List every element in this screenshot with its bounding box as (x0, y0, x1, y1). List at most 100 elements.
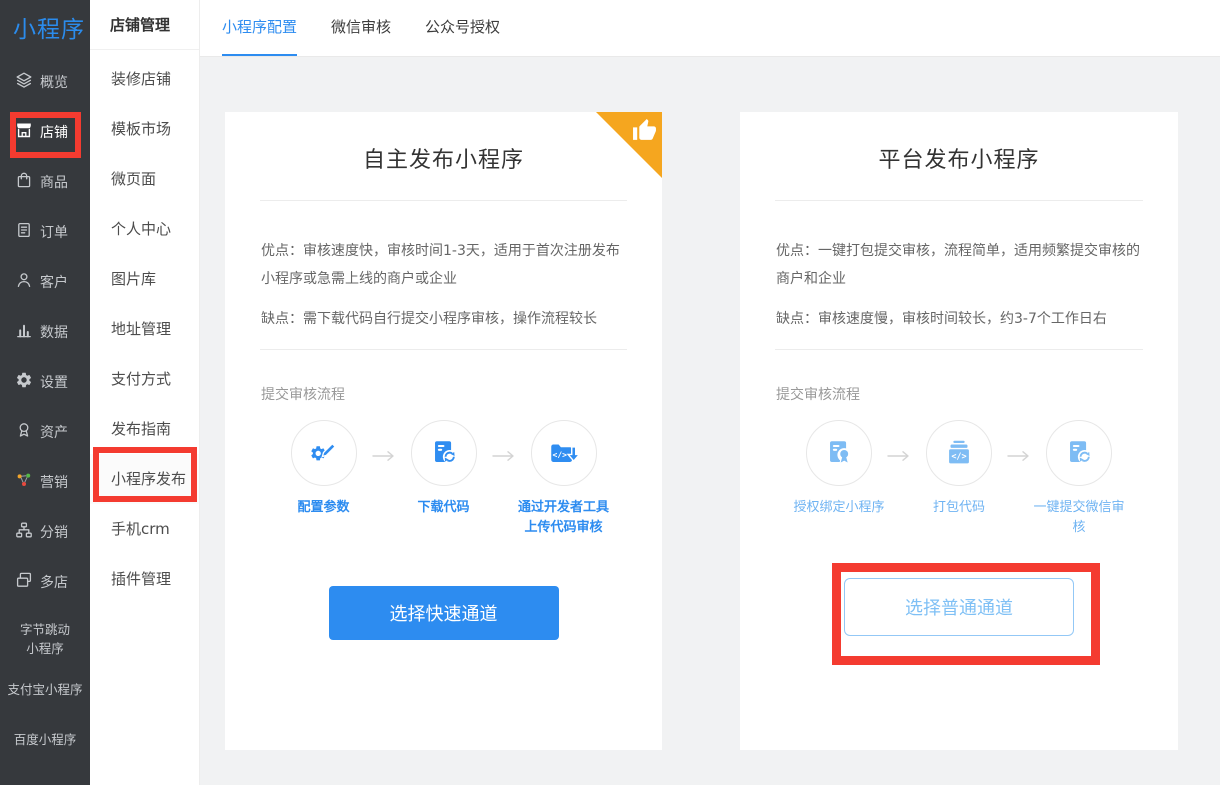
sidebar-item-label: 客户 (40, 272, 68, 292)
divider (775, 200, 1143, 201)
sidebar-item-assets[interactable]: 资产 (0, 407, 90, 457)
submenu-item-micro-page[interactable]: 微页面 (90, 154, 199, 204)
tab-bar: 小程序配置 微信审核 公众号授权 (200, 0, 1220, 57)
self-publish-card: 自主发布小程序 优点：审核速度快，审核时间1-3天，适用于首次注册发布小程序或急… (225, 112, 662, 750)
process-label: 提交审核流程 (776, 384, 1142, 404)
step-config-params: 配置参数 (276, 420, 372, 538)
divider (260, 200, 627, 201)
data-icon (15, 321, 33, 343)
settings-icon (15, 371, 33, 393)
submenu-title: 店铺管理 (90, 0, 199, 50)
sidebar-item-orders[interactable]: 订单 (0, 207, 90, 257)
step-label: 授权绑定小程序 (793, 498, 884, 518)
sidebar-item-marketing[interactable]: 营销 (0, 457, 90, 507)
arrow-right-icon (887, 450, 911, 538)
assets-icon (15, 421, 33, 443)
shop-icon (15, 121, 33, 143)
arrow-right-icon (492, 450, 516, 538)
app-root: 小程序 概览 店铺 商品 订单 客户 数据 设置 (0, 0, 1220, 785)
sidebar-item-label: 资产 (40, 422, 68, 442)
sidebar-item-label: 店铺 (40, 122, 68, 142)
submenu-item-template-market[interactable]: 模板市场 (90, 104, 199, 154)
submenu-item-publish-guide[interactable]: 发布指南 (90, 404, 199, 454)
sidebar-item-label: 分销 (40, 522, 68, 542)
download-code-icon (411, 420, 477, 486)
code-glyph-text: </> (552, 450, 567, 459)
goods-icon (15, 171, 33, 193)
sidebar-item-goods[interactable]: 商品 (0, 157, 90, 207)
submenu-item-plugin-manage[interactable]: 插件管理 (90, 554, 199, 604)
code-glyph-text: </> (951, 452, 966, 462)
sidebar-item-multistore[interactable]: 多店 (0, 557, 90, 607)
tab-miniprogram-config[interactable]: 小程序配置 (222, 0, 297, 56)
submenu-item-address-manage[interactable]: 地址管理 (90, 304, 199, 354)
sidebar-item-distribution[interactable]: 分销 (0, 507, 90, 557)
submit-review-icon (1046, 420, 1112, 486)
sidebar-item-bytedance-miniprogram[interactable]: 字节跳动 小程序 (0, 614, 90, 664)
secondary-sidebar: 店铺管理 装修店铺 模板市场 微页面 个人中心 图片库 地址管理 支付方式 发布… (90, 0, 200, 785)
sidebar-item-overview[interactable]: 概览 (0, 57, 90, 107)
config-params-icon (291, 420, 357, 486)
sidebar-item-label: 商品 (40, 172, 68, 192)
step-label: 通过开发者工具上传代码审核 (516, 498, 612, 538)
process-label: 提交审核流程 (261, 384, 626, 404)
recommended-ribbon (596, 112, 662, 178)
orders-icon (15, 221, 33, 243)
pros-text: 优点：一键打包提交审核，流程简单，适用频繁提交审核的商户和企业 (776, 237, 1142, 293)
cons-text: 缺点：需下载代码自行提交小程序审核，操作流程较长 (261, 305, 626, 333)
package-code-icon: </> (926, 420, 992, 486)
submenu-item-miniprogram-publish[interactable]: 小程序发布 (90, 454, 199, 504)
step-submit-review: 一键提交微信审核 (1031, 420, 1127, 538)
auth-bind-icon (806, 420, 872, 486)
sidebar-item-shop[interactable]: 店铺 (0, 107, 90, 157)
submenu-item-image-library[interactable]: 图片库 (90, 254, 199, 304)
sidebar-item-alipay-miniprogram[interactable]: 支付宝小程序 (0, 664, 90, 714)
sidebar-item-customers[interactable]: 客户 (0, 257, 90, 307)
normal-channel-button[interactable]: 选择普通通道 (844, 578, 1074, 636)
step-label: 下载代码 (417, 498, 469, 518)
submenu-item-personal-center[interactable]: 个人中心 (90, 204, 199, 254)
step-auth-bind: 授权绑定小程序 (791, 420, 887, 538)
arrow-right-icon (372, 450, 396, 538)
card-title: 平台发布小程序 (740, 142, 1178, 174)
upload-code-icon: </> (531, 420, 597, 486)
tab-official-account-auth[interactable]: 公众号授权 (425, 0, 500, 56)
step-package-code: </> 打包代码 (911, 420, 1007, 538)
step-label: 配置参数 (297, 498, 349, 518)
sidebar-item-label: 设置 (40, 372, 68, 392)
cons-text: 缺点：审核速度慢，审核时间较长，约3-7个工作日右 (776, 305, 1142, 333)
step-label: 一键提交微信审核 (1031, 498, 1127, 538)
divider (775, 349, 1143, 350)
card-description: 优点：审核速度快，审核时间1-3天，适用于首次注册发布小程序或急需上线的商户或企… (261, 237, 626, 333)
sidebar-item-baidu-miniprogram[interactable]: 百度小程序 (0, 714, 90, 764)
multistore-icon (15, 571, 33, 593)
customers-icon (15, 271, 33, 293)
sidebar-item-data[interactable]: 数据 (0, 307, 90, 357)
submenu-item-payment-method[interactable]: 支付方式 (90, 354, 199, 404)
platform-publish-card: 平台发布小程序 优点：一键打包提交审核，流程简单，适用频繁提交审核的商户和企业 … (740, 112, 1178, 750)
main-content: 自主发布小程序 优点：审核速度快，审核时间1-3天，适用于首次注册发布小程序或急… (200, 57, 1220, 785)
submenu-item-decorate-shop[interactable]: 装修店铺 (90, 54, 199, 104)
step-upload-code: </> 通过开发者工具上传代码审核 (516, 420, 612, 538)
sidebar-item-label: 订单 (40, 222, 68, 242)
sidebar-item-label: 多店 (40, 572, 68, 592)
overview-icon (15, 71, 33, 93)
distribution-icon (15, 521, 33, 543)
sidebar-item-label: 营销 (40, 472, 68, 492)
divider (260, 349, 627, 350)
sidebar-item-label: 数据 (40, 322, 68, 342)
step-download-code: 下载代码 (396, 420, 492, 538)
pros-text: 优点：审核速度快，审核时间1-3天，适用于首次注册发布小程序或急需上线的商户或企… (261, 237, 626, 293)
submenu-item-mobile-crm[interactable]: 手机crm (90, 504, 199, 554)
fast-channel-button[interactable]: 选择快速通道 (329, 586, 559, 640)
app-logo: 小程序 (0, 0, 90, 57)
primary-sidebar: 小程序 概览 店铺 商品 订单 客户 数据 设置 (0, 0, 90, 785)
process-steps: 授权绑定小程序 </> 打包代码 (740, 420, 1178, 538)
sidebar-item-label: 概览 (40, 72, 68, 92)
marketing-icon (15, 471, 33, 493)
process-steps: 配置参数 下载代码 (225, 420, 662, 538)
arrow-right-icon (1007, 450, 1031, 538)
step-label: 打包代码 (933, 498, 985, 518)
tab-wechat-review[interactable]: 微信审核 (331, 0, 391, 56)
sidebar-item-settings[interactable]: 设置 (0, 357, 90, 407)
